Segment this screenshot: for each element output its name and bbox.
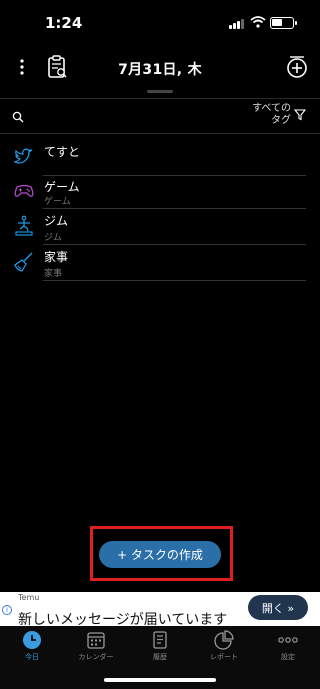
- gamepad-icon: [14, 184, 34, 197]
- task-item-gym[interactable]: ジム ジム: [0, 209, 320, 245]
- task-title: ジム: [44, 214, 69, 228]
- drag-handle[interactable]: [147, 90, 173, 93]
- broom-icon: [14, 252, 33, 272]
- twitter-bird-icon: [13, 148, 33, 164]
- ad-brand: Temu: [18, 593, 40, 602]
- tab-label: カレンダー: [78, 653, 114, 661]
- battery-level: [272, 19, 283, 26]
- battery-icon: [270, 17, 297, 29]
- task-item-game[interactable]: ゲーム ゲーム: [0, 173, 320, 209]
- history-icon: [153, 631, 167, 649]
- pie-chart-icon: [214, 630, 234, 650]
- signal-icon: [229, 19, 245, 29]
- tab-label: 履歴: [153, 653, 167, 661]
- status-bar: 1:24: [0, 0, 320, 44]
- create-task-button[interactable]: + タスクの作成: [99, 541, 221, 568]
- task-item-tesuto[interactable]: てすと: [0, 140, 320, 176]
- tab-report[interactable]: レポート: [192, 626, 256, 676]
- tab-label: 今日: [25, 653, 39, 661]
- tag-filter-button[interactable]: すべての タグ: [245, 103, 306, 127]
- ad-message: 新しいメッセージが届いています: [18, 612, 228, 626]
- ad-open-button[interactable]: 開く »: [248, 595, 308, 620]
- search-filter-row: すべての タグ: [0, 98, 320, 134]
- gym-icon: [15, 215, 33, 236]
- divider: [43, 280, 306, 281]
- task-subtitle: 家事: [44, 269, 63, 279]
- tag-filter-label: すべての タグ: [252, 103, 291, 126]
- tab-history[interactable]: 履歴: [128, 626, 192, 676]
- task-title: 家事: [44, 250, 69, 264]
- ad-banner[interactable]: i Temu 新しいメッセージが届いています 開く »: [0, 592, 320, 626]
- page-title[interactable]: 7月31日, 木: [0, 59, 320, 79]
- task-title: てすと: [44, 145, 81, 159]
- tab-today[interactable]: 今日: [0, 626, 64, 676]
- home-indicator: [104, 678, 216, 682]
- task-subtitle: ジム: [44, 233, 63, 243]
- tab-settings[interactable]: 設定: [256, 626, 320, 676]
- tab-calendar[interactable]: カレンダー: [64, 626, 128, 676]
- filter-icon: [294, 109, 306, 121]
- tab-label: 設定: [281, 653, 295, 661]
- task-subtitle: ゲーム: [44, 197, 71, 207]
- clock-icon: [23, 631, 41, 649]
- tab-label: レポート: [210, 653, 238, 661]
- add-circle-icon[interactable]: [284, 54, 310, 80]
- calendar-icon: [87, 632, 105, 649]
- more-dots-icon: [278, 637, 298, 643]
- wifi-icon: [250, 16, 266, 28]
- info-icon[interactable]: i: [2, 605, 12, 615]
- task-item-housework[interactable]: 家事 家事: [0, 245, 320, 281]
- status-time: 1:24: [45, 14, 83, 32]
- search-icon[interactable]: [12, 111, 24, 123]
- task-title: ゲーム: [44, 180, 80, 194]
